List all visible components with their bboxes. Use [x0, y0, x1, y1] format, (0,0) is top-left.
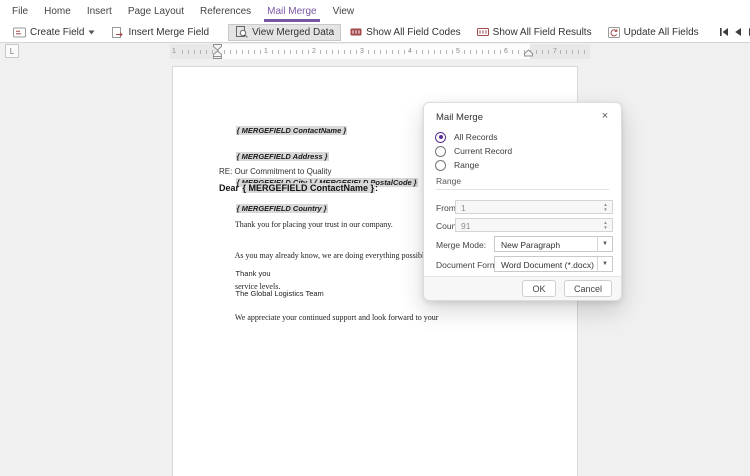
- previous-record-button[interactable]: [732, 24, 744, 41]
- right-indent-marker[interactable]: [524, 44, 533, 64]
- ok-button[interactable]: OK: [522, 280, 556, 297]
- show-all-field-codes-button[interactable]: Show All Field Codes: [343, 24, 468, 41]
- radio-button-icon[interactable]: [435, 160, 446, 171]
- menu-bar: File Home Insert Page Layout References …: [0, 0, 750, 22]
- show-all-field-results-button[interactable]: Show All Field Results: [470, 24, 599, 41]
- tab-stop-selector[interactable]: L: [5, 44, 19, 58]
- menu-tab-home[interactable]: Home: [41, 0, 74, 22]
- toolbar: Create Field Insert Merge Field View Mer…: [0, 22, 750, 43]
- first-record-button[interactable]: [718, 24, 730, 41]
- chevron-down-icon: ▼: [602, 261, 608, 267]
- document-format-select[interactable]: Word Document (*.docx) ▼: [494, 256, 613, 272]
- next-record-icon: [747, 27, 750, 37]
- application-window: File Home Insert Page Layout References …: [0, 0, 750, 476]
- update-all-fields-icon: [608, 27, 620, 38]
- section-divider: [436, 189, 609, 190]
- menu-tab-mail-merge[interactable]: Mail Merge: [264, 0, 319, 22]
- show-all-field-codes-icon: [350, 27, 362, 37]
- merge-mode-label: Merge Mode:: [436, 240, 486, 250]
- cancel-button[interactable]: Cancel: [564, 280, 612, 297]
- document-format-dropdown-button[interactable]: ▼: [597, 257, 612, 271]
- merge-field: { MERGEFIELD ContactName }: [242, 183, 376, 193]
- horizontal-ruler[interactable]: 1 1 2 3 4 5 6 7: [170, 44, 590, 59]
- merge-mode-select[interactable]: New Paragraph ▼: [494, 236, 613, 252]
- letter-closing: Thank you The Global Logistics Team: [219, 259, 324, 309]
- radio-button-icon[interactable]: [435, 146, 446, 157]
- ruler-number: 7: [551, 47, 559, 56]
- chevron-down-icon: [88, 30, 95, 35]
- view-merged-data-icon: [235, 26, 248, 38]
- ruler-number: 3: [358, 47, 366, 56]
- salutation-line: Dear { MERGEFIELD ContactName }:: [219, 183, 378, 193]
- ruler-number: 5: [454, 47, 462, 56]
- from-spinner[interactable]: ▲▼: [600, 201, 611, 213]
- count-spinner[interactable]: ▲▼: [600, 219, 611, 231]
- radio-current-record[interactable]: Current Record: [435, 145, 512, 157]
- menu-tab-view[interactable]: View: [330, 0, 358, 22]
- menu-tab-page-layout[interactable]: Page Layout: [125, 0, 187, 22]
- create-field-button[interactable]: Create Field: [6, 24, 102, 41]
- from-input[interactable]: 1 ▲▼: [455, 200, 613, 214]
- radio-range[interactable]: Range: [435, 159, 479, 171]
- subject-line: RE: Our Commitment to Quality: [219, 167, 331, 176]
- ruler-number: 1: [262, 47, 270, 56]
- chevron-down-icon: ▼: [602, 241, 608, 247]
- dialog-close-button[interactable]: ×: [597, 108, 613, 124]
- ruler-number: 4: [406, 47, 414, 56]
- ruler-number: 6: [502, 47, 510, 56]
- show-all-field-results-icon: [477, 27, 489, 37]
- merge-field: { MERGEFIELD Address }: [236, 152, 329, 161]
- first-record-icon: [719, 27, 729, 37]
- merge-field: { MERGEFIELD ContactName }: [236, 126, 348, 135]
- merge-mode-dropdown-button[interactable]: ▼: [597, 237, 612, 251]
- count-input[interactable]: 91 ▲▼: [455, 218, 613, 232]
- dialog-footer: OK Cancel: [424, 276, 621, 300]
- insert-merge-field-button[interactable]: Insert Merge Field: [104, 24, 216, 41]
- mail-merge-dialog: Mail Merge × All Records Current Record …: [423, 102, 622, 301]
- previous-record-icon: [733, 27, 743, 37]
- ruler-number: 2: [310, 47, 318, 56]
- spinner-down-icon[interactable]: ▼: [603, 226, 607, 230]
- ruler-number: 1: [170, 47, 178, 56]
- document-area: L 1 1 2 3 4 5 6 7: [0, 43, 750, 476]
- spinner-down-icon[interactable]: ▼: [603, 208, 607, 212]
- view-merged-data-button[interactable]: View Merged Data: [228, 24, 341, 41]
- next-record-button[interactable]: [746, 24, 750, 41]
- left-indent-marker[interactable]: [213, 44, 222, 64]
- spinner-up-icon[interactable]: ▲: [603, 221, 607, 225]
- spinner-up-icon[interactable]: ▲: [603, 203, 607, 207]
- radio-button-icon[interactable]: [435, 132, 446, 143]
- update-all-fields-button[interactable]: Update All Fields: [601, 24, 706, 41]
- menu-tab-references[interactable]: References: [197, 0, 254, 22]
- insert-merge-field-icon: [111, 27, 124, 38]
- dialog-title: Mail Merge: [436, 112, 483, 123]
- create-field-icon: [13, 27, 26, 38]
- menu-tab-file[interactable]: File: [9, 0, 31, 22]
- radio-all-records[interactable]: All Records: [435, 131, 497, 143]
- menu-tab-insert[interactable]: Insert: [84, 0, 115, 22]
- range-section-label: Range: [436, 176, 461, 186]
